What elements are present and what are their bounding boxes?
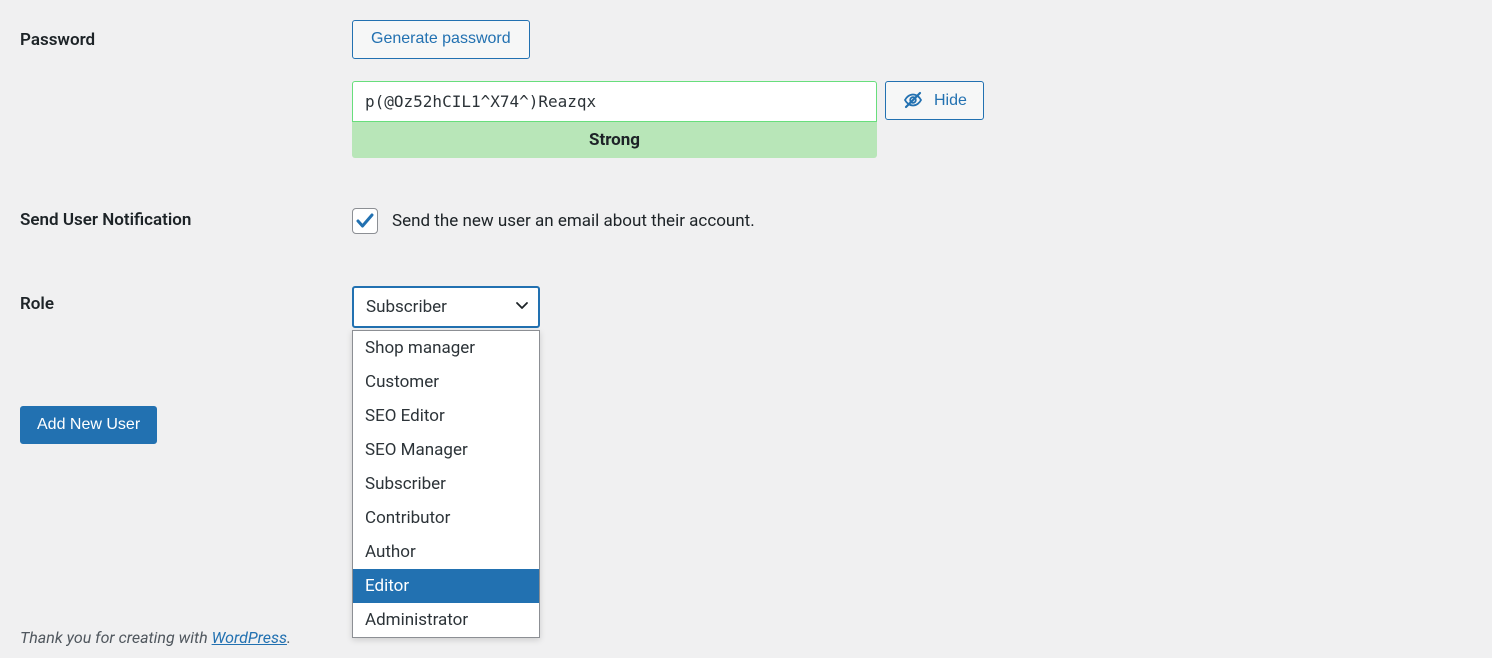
add-new-user-button[interactable]: Add New User — [20, 406, 157, 444]
role-option[interactable]: Author — [353, 535, 539, 569]
role-option[interactable]: Subscriber — [353, 467, 539, 501]
role-selected-value: Subscriber — [366, 296, 447, 318]
wordpress-link[interactable]: WordPress — [212, 628, 287, 647]
role-option[interactable]: SEO Editor — [353, 399, 539, 433]
role-option[interactable]: SEO Manager — [353, 433, 539, 467]
eye-slash-icon — [902, 91, 924, 109]
role-select[interactable]: Subscriber — [352, 286, 540, 328]
hide-password-button[interactable]: Hide — [885, 81, 984, 120]
footer-suffix: . — [287, 628, 291, 647]
notification-label: Send User Notification — [20, 210, 191, 230]
role-option[interactable]: Administrator — [353, 603, 539, 637]
notification-row: Send User Notification Send the new user… — [20, 208, 1492, 234]
check-icon — [355, 212, 375, 230]
role-option[interactable]: Shop manager — [353, 331, 539, 365]
role-option[interactable]: Editor — [353, 569, 539, 603]
role-label: Role — [20, 294, 54, 314]
notification-checkbox[interactable] — [352, 208, 378, 234]
hide-button-label: Hide — [934, 91, 967, 110]
role-option[interactable]: Contributor — [353, 501, 539, 535]
footer-prefix: Thank you for creating with — [20, 628, 212, 647]
footer-credit: Thank you for creating with WordPress. — [20, 628, 291, 647]
password-input[interactable] — [352, 81, 877, 122]
role-option[interactable]: Customer — [353, 365, 539, 399]
notification-description: Send the new user an email about their a… — [392, 211, 755, 231]
password-row: Password Generate password Strong — [20, 20, 1492, 158]
password-strength-meter: Strong — [352, 122, 877, 158]
password-label: Password — [20, 30, 95, 50]
role-row: Role Subscriber Shop managerCustomerSEO … — [20, 286, 1492, 328]
role-dropdown: Shop managerCustomerSEO EditorSEO Manage… — [352, 330, 540, 638]
generate-password-button[interactable]: Generate password — [352, 20, 530, 59]
